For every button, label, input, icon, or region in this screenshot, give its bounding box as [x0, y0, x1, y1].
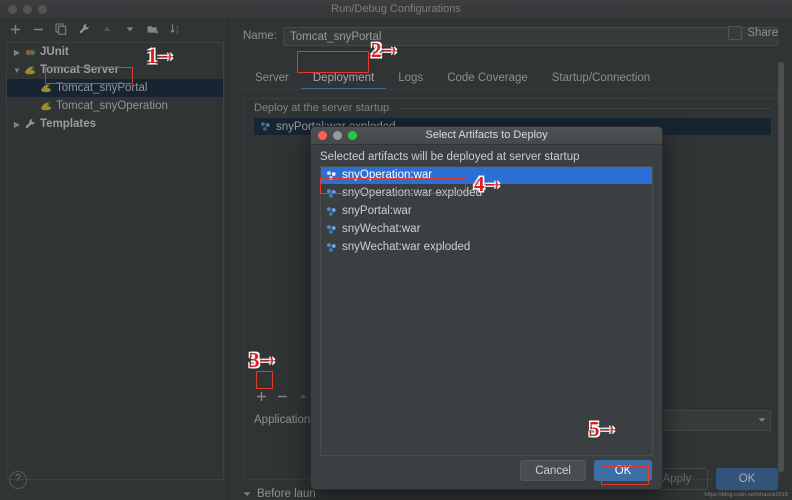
artifact-list-item[interactable]: snyOperation:war	[320, 166, 653, 184]
watermark: https://blog.csdn.net/shaock2018	[704, 492, 788, 498]
artifact-item-label: snyPortal:war	[342, 205, 412, 217]
artifact-item-label: snyWechat:war exploded	[342, 241, 471, 253]
artifact-list-item[interactable]: snyWechat:war	[320, 220, 653, 238]
artifact-list[interactable]: snyOperation:war snyOperation:war explod…	[320, 166, 653, 456]
app-window: Run/Debug Configurations 1 2 ▶ JUnit ▼ T…	[0, 0, 792, 500]
artifact-item-label: snyWechat:war	[342, 223, 421, 235]
artifact-item-label: snyOperation:war exploded	[342, 187, 482, 199]
artifact-icon	[324, 170, 339, 181]
dialog-buttons: Cancel OK	[520, 460, 652, 481]
dialog-titlebar: Select Artifacts to Deploy	[311, 127, 662, 145]
artifact-list-item[interactable]: snyPortal:war	[320, 202, 653, 220]
artifact-item-label: snyOperation:war	[342, 169, 433, 181]
select-artifacts-dialog: Select Artifacts to Deploy Selected arti…	[310, 126, 663, 490]
artifact-icon	[324, 188, 339, 199]
dialog-hint: Selected artifacts will be deployed at s…	[320, 151, 580, 163]
artifact-list-item[interactable]: snyWechat:war exploded	[320, 238, 653, 256]
dialog-title: Select Artifacts to Deploy	[425, 129, 548, 141]
artifact-icon	[324, 224, 339, 235]
artifact-icon	[324, 206, 339, 217]
artifact-list-item[interactable]: snyOperation:war exploded	[320, 184, 653, 202]
artifact-icon	[324, 242, 339, 253]
dialog-ok-button[interactable]: OK	[594, 460, 652, 481]
cancel-button[interactable]: Cancel	[520, 460, 586, 481]
